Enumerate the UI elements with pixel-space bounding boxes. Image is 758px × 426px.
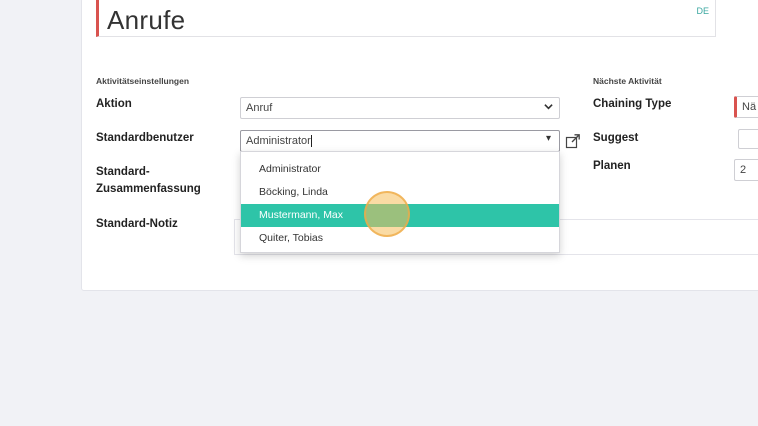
dropdown-option-administrator[interactable]: Administrator [241,158,559,181]
text-cursor [310,135,312,148]
click-indicator [364,191,410,237]
external-link-icon[interactable] [565,133,581,149]
standardbenutzer-input[interactable]: Administrator ▾ [240,130,560,152]
label-chaining-type: Chaining Type [593,98,672,110]
page-title: Anrufe [107,5,186,35]
label-standard-notiz: Standard-Notiz [96,218,178,230]
caret-down-icon[interactable]: ▾ [546,133,551,144]
chevron-down-icon [544,102,553,114]
aktion-select[interactable]: Anruf [240,97,560,119]
chaining-type-value: Nä [742,101,757,113]
label-suggest: Suggest [593,132,639,144]
label-zusammenfassung-line2: Zusammenfassung [96,183,201,195]
label-aktion: Aktion [96,98,132,110]
suggest-checkbox[interactable] [738,129,758,149]
planen-input[interactable]: 2 [734,159,758,181]
planen-value: 2 [740,164,747,176]
label-planen: Planen [593,160,631,172]
chaining-type-select[interactable]: Nä [734,96,758,118]
label-zusammenfassung-line1: Standard- [96,166,150,178]
section-activity-settings: Aktivitätseinstellungen [96,76,190,86]
label-standard-zusammenfassung: Standard- Zusammenfassung [96,164,201,198]
title-field[interactable]: Anrufe DE [96,0,716,37]
standardbenutzer-value: Administrator [246,135,311,147]
language-tag[interactable]: DE [696,6,709,16]
aktion-value: Anruf [246,102,273,114]
section-next-activity: Nächste Aktivität [593,76,662,86]
activity-form-card: Anrufe DE Aktivitätseinstellungen Nächst… [81,0,758,291]
label-standardbenutzer: Standardbenutzer [96,132,194,144]
